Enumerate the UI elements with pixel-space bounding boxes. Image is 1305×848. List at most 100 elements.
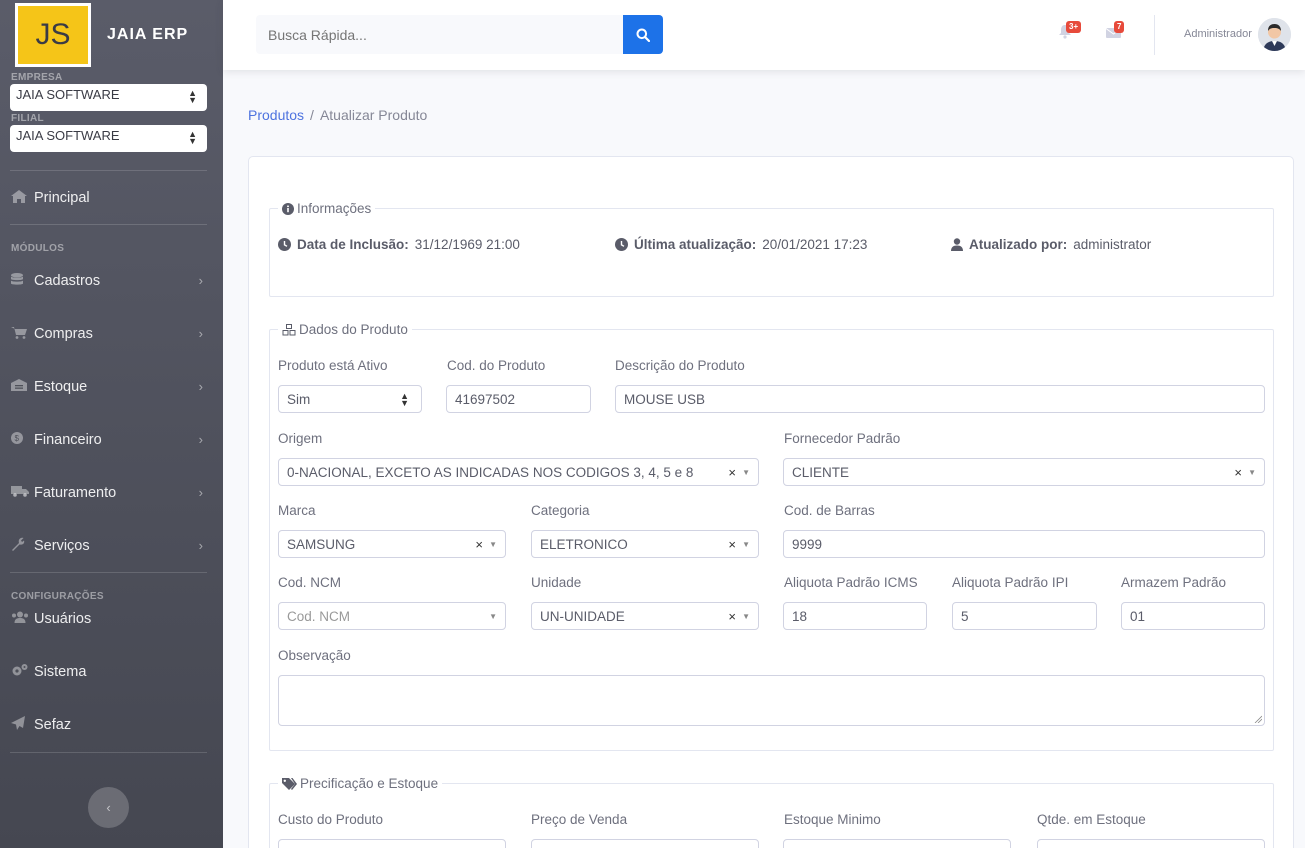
- breadcrumb: Produtos / Atualizar Produto: [248, 107, 427, 123]
- icms-input[interactable]: 18: [783, 602, 927, 630]
- filial-select[interactable]: JAIA SOFTWARE ▲ ▼: [10, 125, 207, 152]
- search-group: [256, 15, 663, 54]
- nav-item-compras[interactable]: Compras ›: [0, 307, 223, 360]
- clock-icon: [278, 238, 291, 251]
- modulos-heading: MÓDULOS: [11, 243, 65, 254]
- chevron-right-icon: ›: [198, 432, 203, 447]
- brand-name: JAIA ERP: [107, 26, 189, 43]
- sidebar-toggle-button[interactable]: ‹: [88, 787, 129, 828]
- custo-input[interactable]: [278, 839, 506, 848]
- nav-item-principal[interactable]: Principal: [0, 171, 223, 224]
- dropdown-arrow-icon[interactable]: ▼: [742, 540, 750, 549]
- nav-item-sefaz[interactable]: Sefaz: [0, 698, 223, 751]
- armazem-label: Armazem Padrão: [1121, 575, 1227, 590]
- estoque-min-input[interactable]: [783, 839, 1011, 848]
- empresa-label: EMPRESA: [11, 72, 63, 83]
- filial-value: JAIA SOFTWARE: [16, 128, 120, 143]
- unidade-label: Unidade: [531, 575, 582, 590]
- dropdown-arrow-icon[interactable]: ▼: [1248, 468, 1256, 477]
- atualizado-por-value: administrator: [1073, 237, 1152, 252]
- chevron-right-icon: ›: [198, 485, 203, 500]
- clear-icon[interactable]: ×: [728, 465, 736, 480]
- dropdown-arrow-icon[interactable]: ▼: [489, 612, 497, 621]
- descricao-label: Descrição do Produto: [615, 358, 745, 373]
- clear-icon[interactable]: ×: [1234, 465, 1242, 480]
- clear-icon[interactable]: ×: [475, 537, 483, 552]
- ncm-placeholder: Cod. NCM: [287, 608, 351, 624]
- topbar: 3+ 7 Administrador: [223, 0, 1305, 70]
- ncm-select[interactable]: Cod. NCM ▼: [278, 602, 506, 630]
- dropdown-arrow-icon[interactable]: ▼: [742, 612, 750, 621]
- marca-value: SAMSUNG: [287, 536, 356, 552]
- ativo-select[interactable]: Sim ▲ ▼: [278, 385, 422, 413]
- origem-label: Origem: [278, 431, 323, 446]
- fornecedor-label: Fornecedor Padrão: [784, 431, 901, 446]
- truck-icon: [11, 485, 31, 500]
- info-inclusao: Data de Inclusão: 31/12/1969 21:00: [278, 237, 520, 252]
- avatar[interactable]: [1258, 18, 1291, 51]
- nav-item-estoque[interactable]: Estoque ›: [0, 360, 223, 413]
- sidebar-divider: [10, 752, 207, 753]
- info-legend: Informações: [278, 201, 375, 216]
- origem-value: 0-NACIONAL, EXCETO AS INDICADAS NOS CODI…: [287, 464, 694, 480]
- unidade-value: UN-UNIDADE: [540, 608, 625, 624]
- user-name[interactable]: Administrador: [1184, 28, 1252, 40]
- search-button[interactable]: [623, 15, 663, 54]
- armazem-input[interactable]: 01: [1121, 602, 1265, 630]
- descricao-input[interactable]: MOUSE USB: [615, 385, 1265, 413]
- nav-label: Sefaz: [34, 716, 72, 733]
- nav-item-usuarios[interactable]: Usuários: [0, 592, 223, 645]
- nav-label: Estoque: [34, 378, 88, 395]
- nav-item-faturamento[interactable]: Faturamento ›: [0, 466, 223, 519]
- alerts-badge: 3+: [1066, 21, 1082, 33]
- sidebar-brand[interactable]: JS JAIA ERP: [0, 0, 223, 70]
- qtde-input[interactable]: [1037, 839, 1265, 848]
- clear-icon[interactable]: ×: [728, 609, 736, 624]
- obs-label: Observação: [278, 648, 351, 663]
- custo-label: Custo do Produto: [278, 812, 384, 827]
- barras-value: 9999: [792, 536, 823, 552]
- categoria-select[interactable]: ELETRONICO × ▼: [531, 530, 759, 558]
- obs-textarea[interactable]: [278, 675, 1265, 726]
- messages-button[interactable]: 7: [1105, 21, 1125, 40]
- dropdown-arrow-icon[interactable]: ▼: [742, 468, 750, 477]
- messages-badge: 7: [1114, 21, 1125, 33]
- origem-select[interactable]: 0-NACIONAL, EXCETO AS INDICADAS NOS CODI…: [278, 458, 759, 486]
- sidebar-divider: [10, 224, 207, 225]
- empresa-select[interactable]: JAIA SOFTWARE ▲ ▼: [10, 84, 207, 111]
- chevron-right-icon: ›: [198, 538, 203, 553]
- nav-item-cadastros[interactable]: Cadastros ›: [0, 254, 223, 307]
- nav-item-servicos[interactable]: Serviços ›: [0, 519, 223, 572]
- atualizado-por-label: Atualizado por:: [969, 237, 1068, 252]
- breadcrumb-current: Atualizar Produto: [319, 107, 428, 123]
- venda-label: Preço de Venda: [531, 812, 628, 827]
- categoria-value: ELETRONICO: [540, 536, 628, 552]
- select-caret-icon: ▲ ▼: [188, 129, 197, 146]
- info-circle-icon: [282, 202, 294, 215]
- barras-input[interactable]: 9999: [783, 530, 1265, 558]
- marca-select[interactable]: SAMSUNG × ▼: [278, 530, 506, 558]
- cart-icon: [11, 326, 31, 342]
- resize-handle-icon[interactable]: [1254, 715, 1262, 723]
- clear-icon[interactable]: ×: [728, 537, 736, 552]
- inclusao-label: Data de Inclusão:: [297, 237, 409, 252]
- alerts-button[interactable]: 3+: [1058, 21, 1082, 40]
- ipi-input[interactable]: 5: [952, 602, 1097, 630]
- clock-icon: [615, 238, 628, 251]
- nav-item-sistema[interactable]: Sistema: [0, 645, 223, 698]
- nav-item-financeiro[interactable]: $ Financeiro ›: [0, 413, 223, 466]
- fornecedor-select[interactable]: CLIENTE × ▼: [783, 458, 1265, 486]
- cod-produto-input[interactable]: 41697502: [446, 385, 591, 413]
- ativo-label: Produto está Ativo: [278, 358, 388, 373]
- search-input[interactable]: [256, 15, 623, 54]
- nav-label: Faturamento: [34, 484, 117, 501]
- svg-text:$: $: [15, 434, 20, 443]
- unidade-select[interactable]: UN-UNIDADE × ▼: [531, 602, 759, 630]
- cod-produto-label: Cod. do Produto: [447, 358, 546, 373]
- info-atualizacao: Última atualização: 20/01/2021 17:23: [615, 237, 867, 252]
- dropdown-arrow-icon[interactable]: ▼: [489, 540, 497, 549]
- breadcrumb-link-produtos[interactable]: Produtos: [248, 107, 304, 123]
- armazem-value: 01: [1130, 608, 1146, 624]
- wrench-icon: [11, 537, 31, 554]
- venda-input[interactable]: [531, 839, 759, 848]
